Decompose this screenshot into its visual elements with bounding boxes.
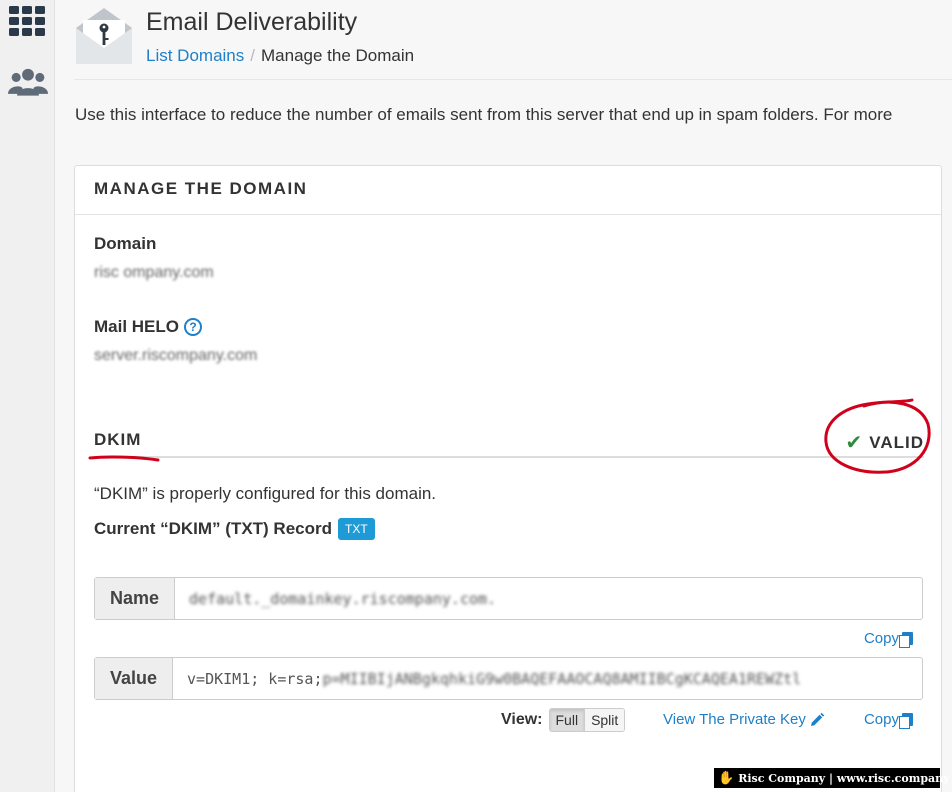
breadcrumb-separator: / xyxy=(250,46,255,65)
copy-icon xyxy=(899,632,913,648)
dkim-value-key: p=MIIBIjANBgkqhkiG9w0BAQEFAAOCAQ8AMIIBCg… xyxy=(322,669,802,688)
users-icon[interactable] xyxy=(8,64,48,100)
dkim-section-title: DKIM xyxy=(94,430,142,449)
breadcrumb: List Domains / Manage the Domain xyxy=(146,46,414,66)
panel-heading: MANAGE THE DOMAIN xyxy=(75,166,941,215)
header-divider xyxy=(74,79,952,80)
page-title: Email Deliverability xyxy=(146,8,358,36)
view-label: View: xyxy=(501,711,543,728)
dkim-record-label-text: Current “DKIM” (TXT) Record xyxy=(94,519,332,538)
watermark-text: Risc Company | www.risc.company xyxy=(738,771,950,785)
dkim-value-field-group: Value v=DKIM1; k=rsa; p=MIIBIjANBgkqhkiG… xyxy=(94,657,923,700)
copy-value-button[interactable]: Copy xyxy=(863,711,913,729)
breadcrumb-current: Manage the Domain xyxy=(261,46,415,65)
hand-logo-icon: ✋ xyxy=(718,770,735,786)
sidebar xyxy=(0,0,55,792)
txt-record-badge: TXT xyxy=(338,518,375,540)
mail-helo-label: Mail HELO ? xyxy=(94,317,203,337)
domain-label: Domain xyxy=(94,234,157,253)
dkim-value-addon: Value xyxy=(95,658,174,699)
watermark-logo: ✋ Risc Company | www.risc.company xyxy=(714,768,950,788)
breadcrumb-link-list-domains[interactable]: List Domains xyxy=(146,46,244,65)
dkim-description: “DKIM” is properly configured for this d… xyxy=(94,484,437,503)
dkim-name-addon: Name xyxy=(95,578,176,619)
view-full-button[interactable]: Full xyxy=(549,709,586,731)
view-private-key-label: View The Private Key xyxy=(663,711,806,728)
panel-clip xyxy=(942,165,952,792)
dkim-name-input[interactable]: default._domainkey.riscompany.com. xyxy=(175,578,922,619)
annotation-underline xyxy=(88,455,160,462)
view-toggle-row: View: Full Split xyxy=(501,708,626,732)
annotation-circle xyxy=(824,398,931,474)
intro-text: Use this interface to reduce the number … xyxy=(75,105,893,124)
email-key-icon xyxy=(74,6,134,66)
main-content: Email Deliverability List Domains / Manage… xyxy=(55,0,952,792)
dkim-divider xyxy=(94,456,924,458)
view-private-key-link[interactable]: View The Private Key xyxy=(663,711,824,728)
view-toggle-group: Full Split xyxy=(548,708,626,732)
dkim-value-input[interactable]: v=DKIM1; k=rsa; p=MIIBIjANBgkqhkiG9w0BAQ… xyxy=(173,658,922,699)
dkim-record-label: Current “DKIM” (TXT) Record TXT xyxy=(94,518,375,540)
mail-helo-value: server.riscompany.com xyxy=(94,347,258,364)
copy-name-label: Copy xyxy=(863,630,899,647)
mail-helo-label-text: Mail HELO xyxy=(94,317,180,336)
dkim-name-value: default._domainkey.riscompany.com. xyxy=(189,589,497,608)
pencil-icon xyxy=(810,712,824,726)
dkim-name-field-group: Name default._domainkey.riscompany.com. xyxy=(94,577,923,620)
help-icon[interactable]: ? xyxy=(184,318,203,336)
domain-value: risc ompany.com xyxy=(94,264,214,281)
apps-grid-icon[interactable] xyxy=(8,4,48,40)
copy-value-label: Copy xyxy=(863,711,899,728)
dkim-value-prefix: v=DKIM1; k=rsa; xyxy=(187,669,323,688)
copy-name-button[interactable]: Copy xyxy=(863,630,913,648)
view-split-button[interactable]: Split xyxy=(585,709,625,731)
copy-icon xyxy=(899,713,913,729)
manage-domain-panel: MANAGE THE DOMAIN Domain risc ompany.com… xyxy=(74,165,942,792)
